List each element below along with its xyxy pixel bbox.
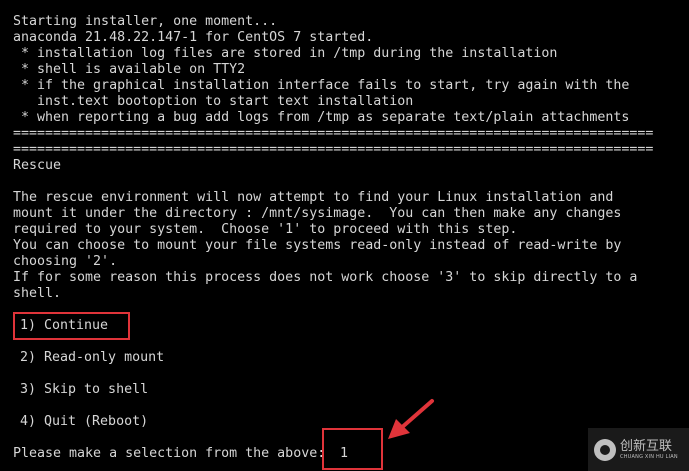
rescue-text-line: shell. <box>13 286 62 301</box>
option-quit-reboot[interactable]: 4) Quit (Reboot) <box>20 414 148 430</box>
brand-text: 创新互联 CHUANG XIN HU LIAN <box>620 439 678 461</box>
rescue-text-line: required to your system. Choose '1' to p… <box>13 222 518 237</box>
rescue-text-line: mount it under the directory : /mnt/sysi… <box>13 206 622 221</box>
rescue-text-line: If for some reason this process does not… <box>13 270 638 285</box>
separator-line: ========================================… <box>13 126 653 141</box>
continue-highlight-box <box>13 312 130 340</box>
red-arrow-icon <box>388 399 434 439</box>
separator-line: ========================================… <box>13 142 653 157</box>
rescue-text-line: choosing '2'. <box>13 254 118 269</box>
header-line: * shell is available on TTY2 <box>13 62 246 77</box>
brand-watermark: 创新互联 CHUANG XIN HU LIAN <box>588 428 689 471</box>
header-line: Starting installer, one moment... <box>13 14 278 29</box>
option-read-only-mount[interactable]: 2) Read-only mount <box>20 350 164 366</box>
header-line: * when reporting a bug add logs from /tm… <box>13 110 630 125</box>
brand-logo-icon <box>594 438 616 461</box>
rescue-title: Rescue <box>13 158 62 173</box>
header-line: * installation log files are stored in /… <box>13 46 558 61</box>
rescue-text-line: The rescue environment will now attempt … <box>13 190 614 205</box>
selection-prompt: Please make a selection from the above: <box>13 446 326 461</box>
header-line: anaconda 21.48.22.147-1 for CentOS 7 sta… <box>13 30 374 45</box>
header-line: * if the graphical installation interfac… <box>13 78 630 93</box>
rescue-text-line: You can choose to mount your file system… <box>13 238 622 253</box>
brand-name-cn: 创新互联 <box>620 438 673 454</box>
header-line: inst.text bootoption to start text insta… <box>13 94 414 109</box>
option-skip-to-shell[interactable]: 3) Skip to shell <box>20 382 148 398</box>
brand-name-en: CHUANG XIN HU LIAN <box>620 453 678 460</box>
input-highlight-box <box>322 428 383 470</box>
terminal-screen: Starting installer, one moment... anacon… <box>0 0 689 471</box>
